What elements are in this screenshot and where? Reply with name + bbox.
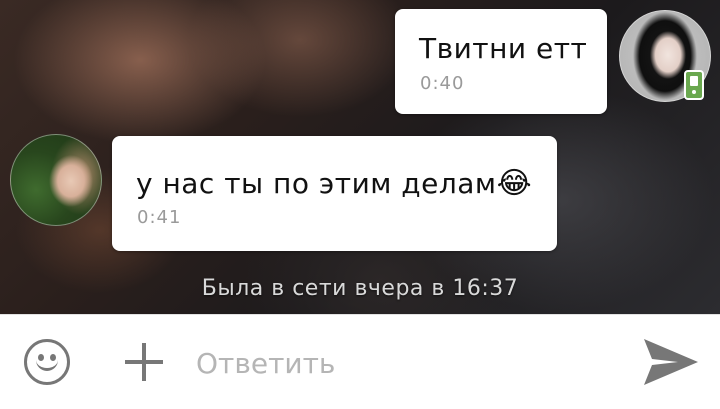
reply-input[interactable] — [196, 341, 616, 385]
chat-background: Твитни етт 0:40 у нас ты по этим делам😂 … — [0, 0, 720, 314]
last-seen-status: Была в сети вчера в 16:37 — [201, 276, 519, 301]
message-time: 0:40 — [420, 73, 465, 94]
message-bubble-incoming[interactable]: у нас ты по этим делам😂 0:41 — [112, 136, 557, 251]
message-composer — [0, 314, 720, 409]
tears-of-joy-emoji-icon: 😂 — [496, 166, 533, 201]
message-text: у нас ты по этим делам😂 — [136, 166, 532, 201]
mobile-phone-icon — [684, 70, 704, 100]
contact-avatar-other[interactable] — [10, 134, 102, 226]
smiley-mouth — [36, 358, 58, 371]
message-text: Твитни етт — [419, 32, 588, 65]
plus-icon[interactable] — [125, 343, 163, 381]
message-text-body: у нас ты по этим делам — [136, 167, 497, 200]
message-time: 0:41 — [137, 207, 182, 228]
send-arrow-icon[interactable] — [640, 335, 702, 389]
smiley-face-icon[interactable] — [24, 339, 70, 385]
message-bubble-outgoing[interactable]: Твитни етт 0:40 — [395, 9, 607, 114]
